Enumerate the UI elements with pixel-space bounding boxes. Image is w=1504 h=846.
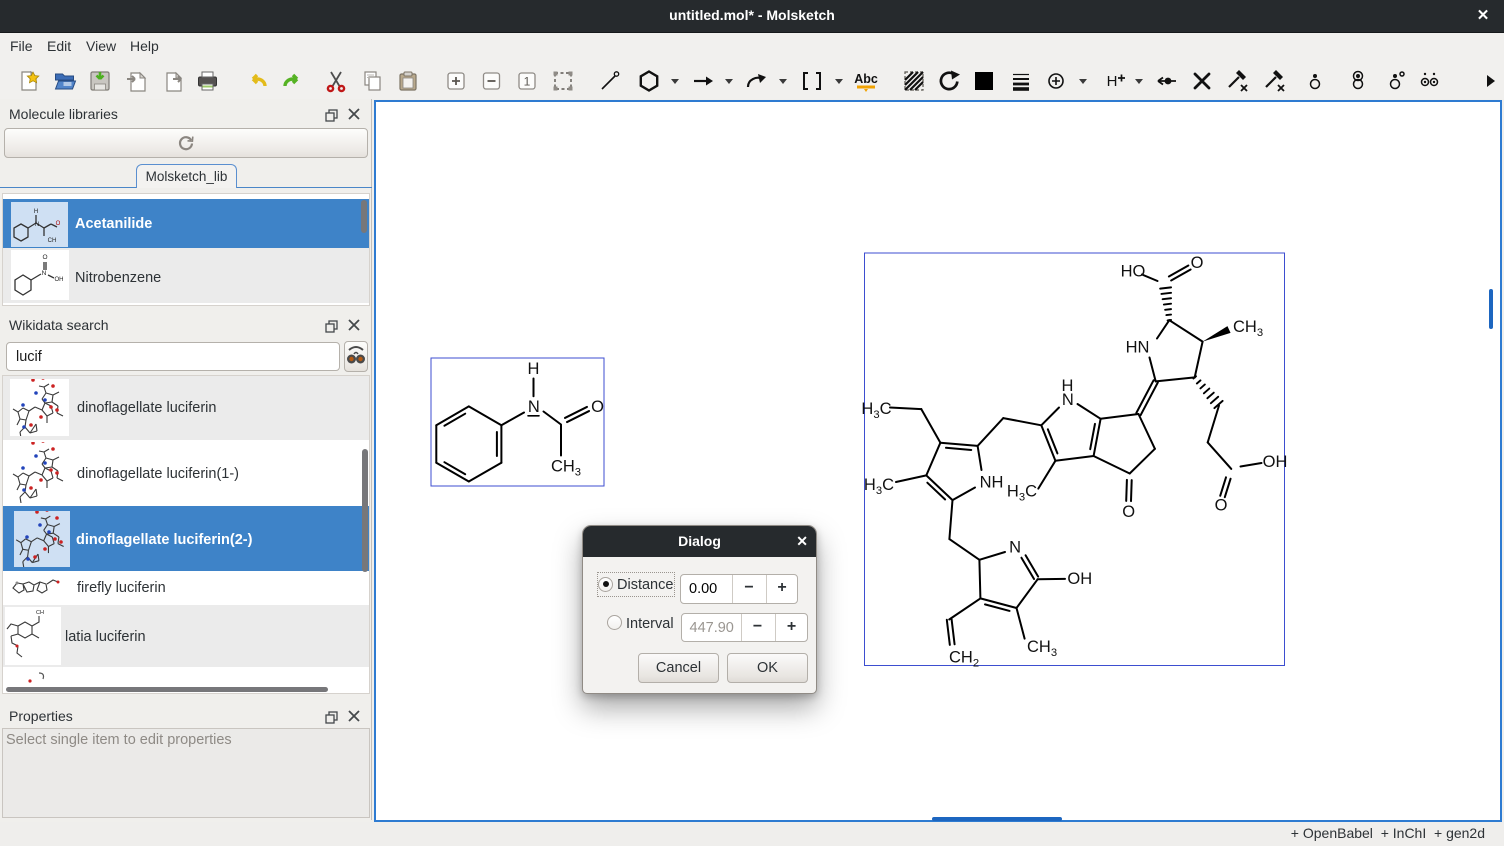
svg-text:O: O xyxy=(55,221,60,227)
svg-text:N: N xyxy=(34,222,38,228)
svg-text:H: H xyxy=(33,209,37,215)
svg-text:OH: OH xyxy=(54,277,63,283)
svg-text:N: N xyxy=(41,270,46,277)
svg-text:CH: CH xyxy=(36,610,44,616)
svg-text:CH: CH xyxy=(47,238,56,244)
svg-text:1: 1 xyxy=(524,75,531,89)
svg-text:O: O xyxy=(42,254,47,261)
svg-text:Abc: Abc xyxy=(854,72,878,86)
svg-text:H: H xyxy=(1107,73,1118,90)
